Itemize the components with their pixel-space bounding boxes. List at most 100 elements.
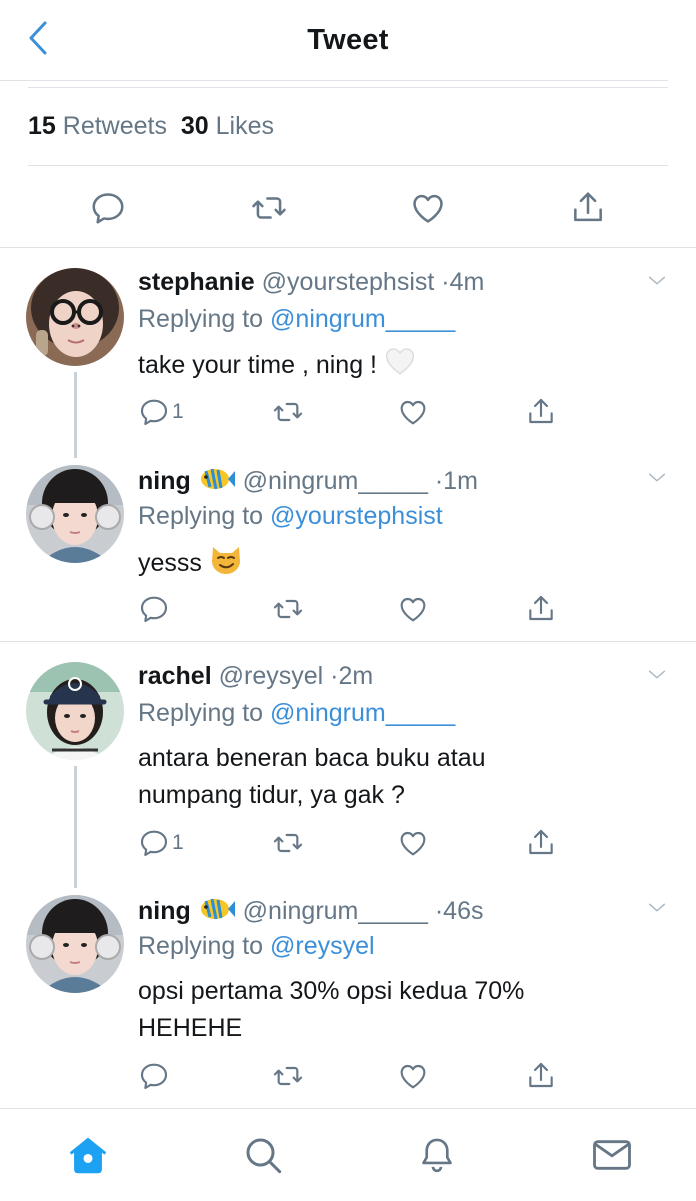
retweet-arrows-icon [271,1060,305,1092]
share-upload-icon [569,189,607,227]
envelope-icon [592,1137,632,1173]
retweets-stat[interactable]: 15 Retweets [28,112,167,140]
retweet-arrows-icon [248,189,290,227]
more-options-button[interactable] [644,469,670,491]
retweet-button[interactable] [247,186,291,230]
separator-dot: · [434,897,444,926]
avatar[interactable] [26,465,124,563]
heart-icon [397,1060,429,1092]
replying-to: Replying to @yourstephsist [138,502,443,530]
username[interactable]: @yourstephsist [262,268,435,296]
like-button[interactable] [393,589,433,629]
separator-dot: · [441,268,450,296]
more-options-button[interactable] [644,272,670,294]
username[interactable]: @ningrum_____ [243,467,428,495]
share-button[interactable] [521,392,561,432]
tweet-header: stephanie @yourstephsist ·4m [138,268,484,297]
timestamp: 46s [443,897,484,926]
display-name[interactable]: ning [138,897,191,925]
timestamp: 2m [338,662,374,690]
username[interactable]: @reysyel [219,662,324,690]
speech-bubble-icon [138,593,170,625]
reply-button[interactable]: 1 [138,392,184,432]
mention-link[interactable]: @ningrum_____ [270,305,455,333]
more-options-button[interactable] [644,899,670,921]
bottom-tab-bar [0,1108,696,1201]
action-bar-divider [0,247,696,248]
bell-icon [418,1135,456,1175]
chevron-down-icon [644,467,670,494]
home-icon [67,1135,109,1175]
retweet-button[interactable] [268,823,308,863]
tweet-text-line: opsi pertama 30% opsi kedua 70% [138,977,525,1005]
tweet-stats: 15 Retweets 30 Likes [28,112,274,141]
like-button[interactable] [406,186,450,230]
tab-search[interactable] [239,1131,287,1179]
mention-link[interactable]: @ningrum_____ [270,699,455,727]
retweet-button[interactable] [268,1056,308,1096]
tweet-header: ning @ningrum_____ ·1m [138,465,478,500]
tweet-text: take your time , ning ! [138,346,658,387]
tropical-fish-icon [198,465,236,500]
replying-to: Replying to @reysyel [138,932,375,960]
tab-messages[interactable] [588,1131,636,1179]
share-upload-icon [525,396,557,428]
speech-bubble-icon [138,1060,170,1092]
replying-to: Replying to @ningrum_____ [138,305,456,333]
display-name[interactable]: stephanie [138,268,255,296]
share-upload-icon [525,593,557,625]
share-button[interactable] [521,823,561,863]
like-button[interactable] [393,392,433,432]
share-button[interactable] [566,186,610,230]
tweet-text-line: HEHEHE [138,1014,243,1042]
username[interactable]: @ningrum_____ [243,897,428,925]
thread-line [74,372,77,458]
like-button[interactable] [393,823,433,863]
retweet-button[interactable] [268,589,308,629]
tab-notifications[interactable] [413,1131,461,1179]
tweet-text-line: antara beneran baca buku atau [138,744,486,772]
like-button[interactable] [393,1056,433,1096]
header-divider [0,80,668,81]
speech-bubble-icon [138,396,170,428]
reply-button[interactable] [86,186,130,230]
avatar[interactable] [26,662,124,760]
smirking-cat-icon [209,543,243,586]
display-name[interactable]: rachel [138,662,212,690]
tweet-header: rachel @reysyel ·2m [138,662,373,691]
avatar[interactable] [26,895,124,993]
share-button[interactable] [521,589,561,629]
tab-home[interactable] [64,1131,112,1179]
thread-divider [0,641,696,642]
timestamp: 1m [443,467,478,496]
white-heart-icon [384,346,416,387]
header-divider-2 [28,87,668,88]
tweet-text: opsi pertama 30% opsi kedua 70% HEHEHE [138,973,658,1047]
separator-dot: · [434,467,444,496]
likes-stat[interactable]: 30 Likes [181,112,274,140]
mention-link[interactable]: @reysyel [270,932,375,960]
chevron-down-icon [644,897,670,924]
share-upload-icon [525,1060,557,1092]
display-name[interactable]: ning [138,467,191,495]
speech-bubble-icon [138,827,170,859]
retweet-arrows-icon [271,593,305,625]
thread-line [74,766,77,888]
reply-button[interactable] [138,1056,170,1096]
share-upload-icon [525,827,557,859]
more-options-button[interactable] [644,666,670,688]
reply-count: 1 [172,831,184,854]
tweet-header: ning @ningrum_____ ·46s [138,895,483,930]
share-button[interactable] [521,1056,561,1096]
reply-button[interactable]: 1 [138,823,184,863]
timestamp: 4m [449,268,485,296]
reply-button[interactable] [138,589,170,629]
retweet-button[interactable] [268,392,308,432]
replying-to: Replying to @ningrum_____ [138,699,456,727]
tropical-fish-icon [198,895,236,930]
heart-icon [397,827,429,859]
speech-bubble-icon [89,189,127,227]
mention-link[interactable]: @yourstephsist [270,502,443,530]
avatar[interactable] [26,268,124,366]
page-title: Tweet [307,24,389,56]
